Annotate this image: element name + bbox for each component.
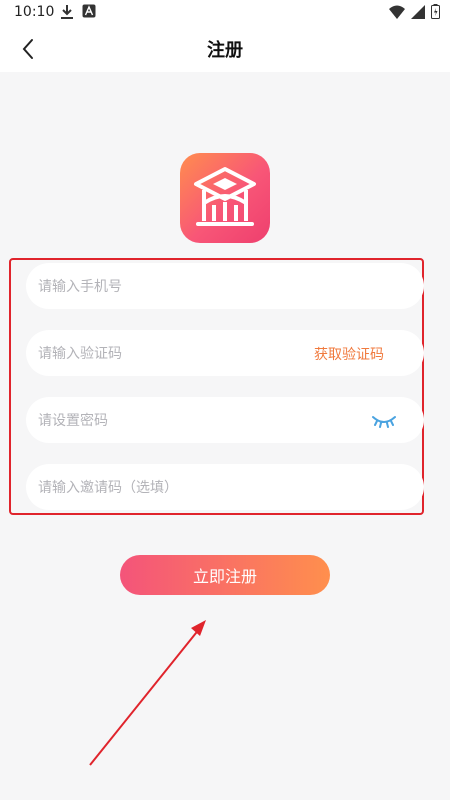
wifi-icon (389, 5, 405, 23)
phone-input[interactable] (36, 263, 300, 311)
verification-code-input[interactable] (36, 330, 300, 378)
code-field: 获取验证码 (26, 330, 424, 378)
register-button[interactable]: 立即注册 (120, 555, 330, 595)
notification-a-icon (82, 4, 96, 22)
password-input[interactable] (36, 397, 300, 445)
password-field (26, 397, 424, 445)
graduation-cap-icon (194, 167, 256, 226)
download-icon (60, 4, 74, 24)
phone-field (26, 263, 424, 311)
status-time: 10:10 (14, 4, 55, 20)
page-title: 注册 (207, 40, 243, 61)
get-code-button[interactable]: 获取验证码 (314, 344, 384, 364)
battery-icon (431, 4, 440, 23)
app-logo (180, 153, 270, 243)
app-bar: 注册 (0, 26, 450, 72)
status-bar: 10:10 (0, 0, 450, 26)
eye-closed-icon[interactable] (370, 410, 398, 430)
invite-code-input[interactable] (36, 464, 300, 512)
signal-icon (411, 4, 425, 23)
invite-code-field (26, 464, 424, 512)
